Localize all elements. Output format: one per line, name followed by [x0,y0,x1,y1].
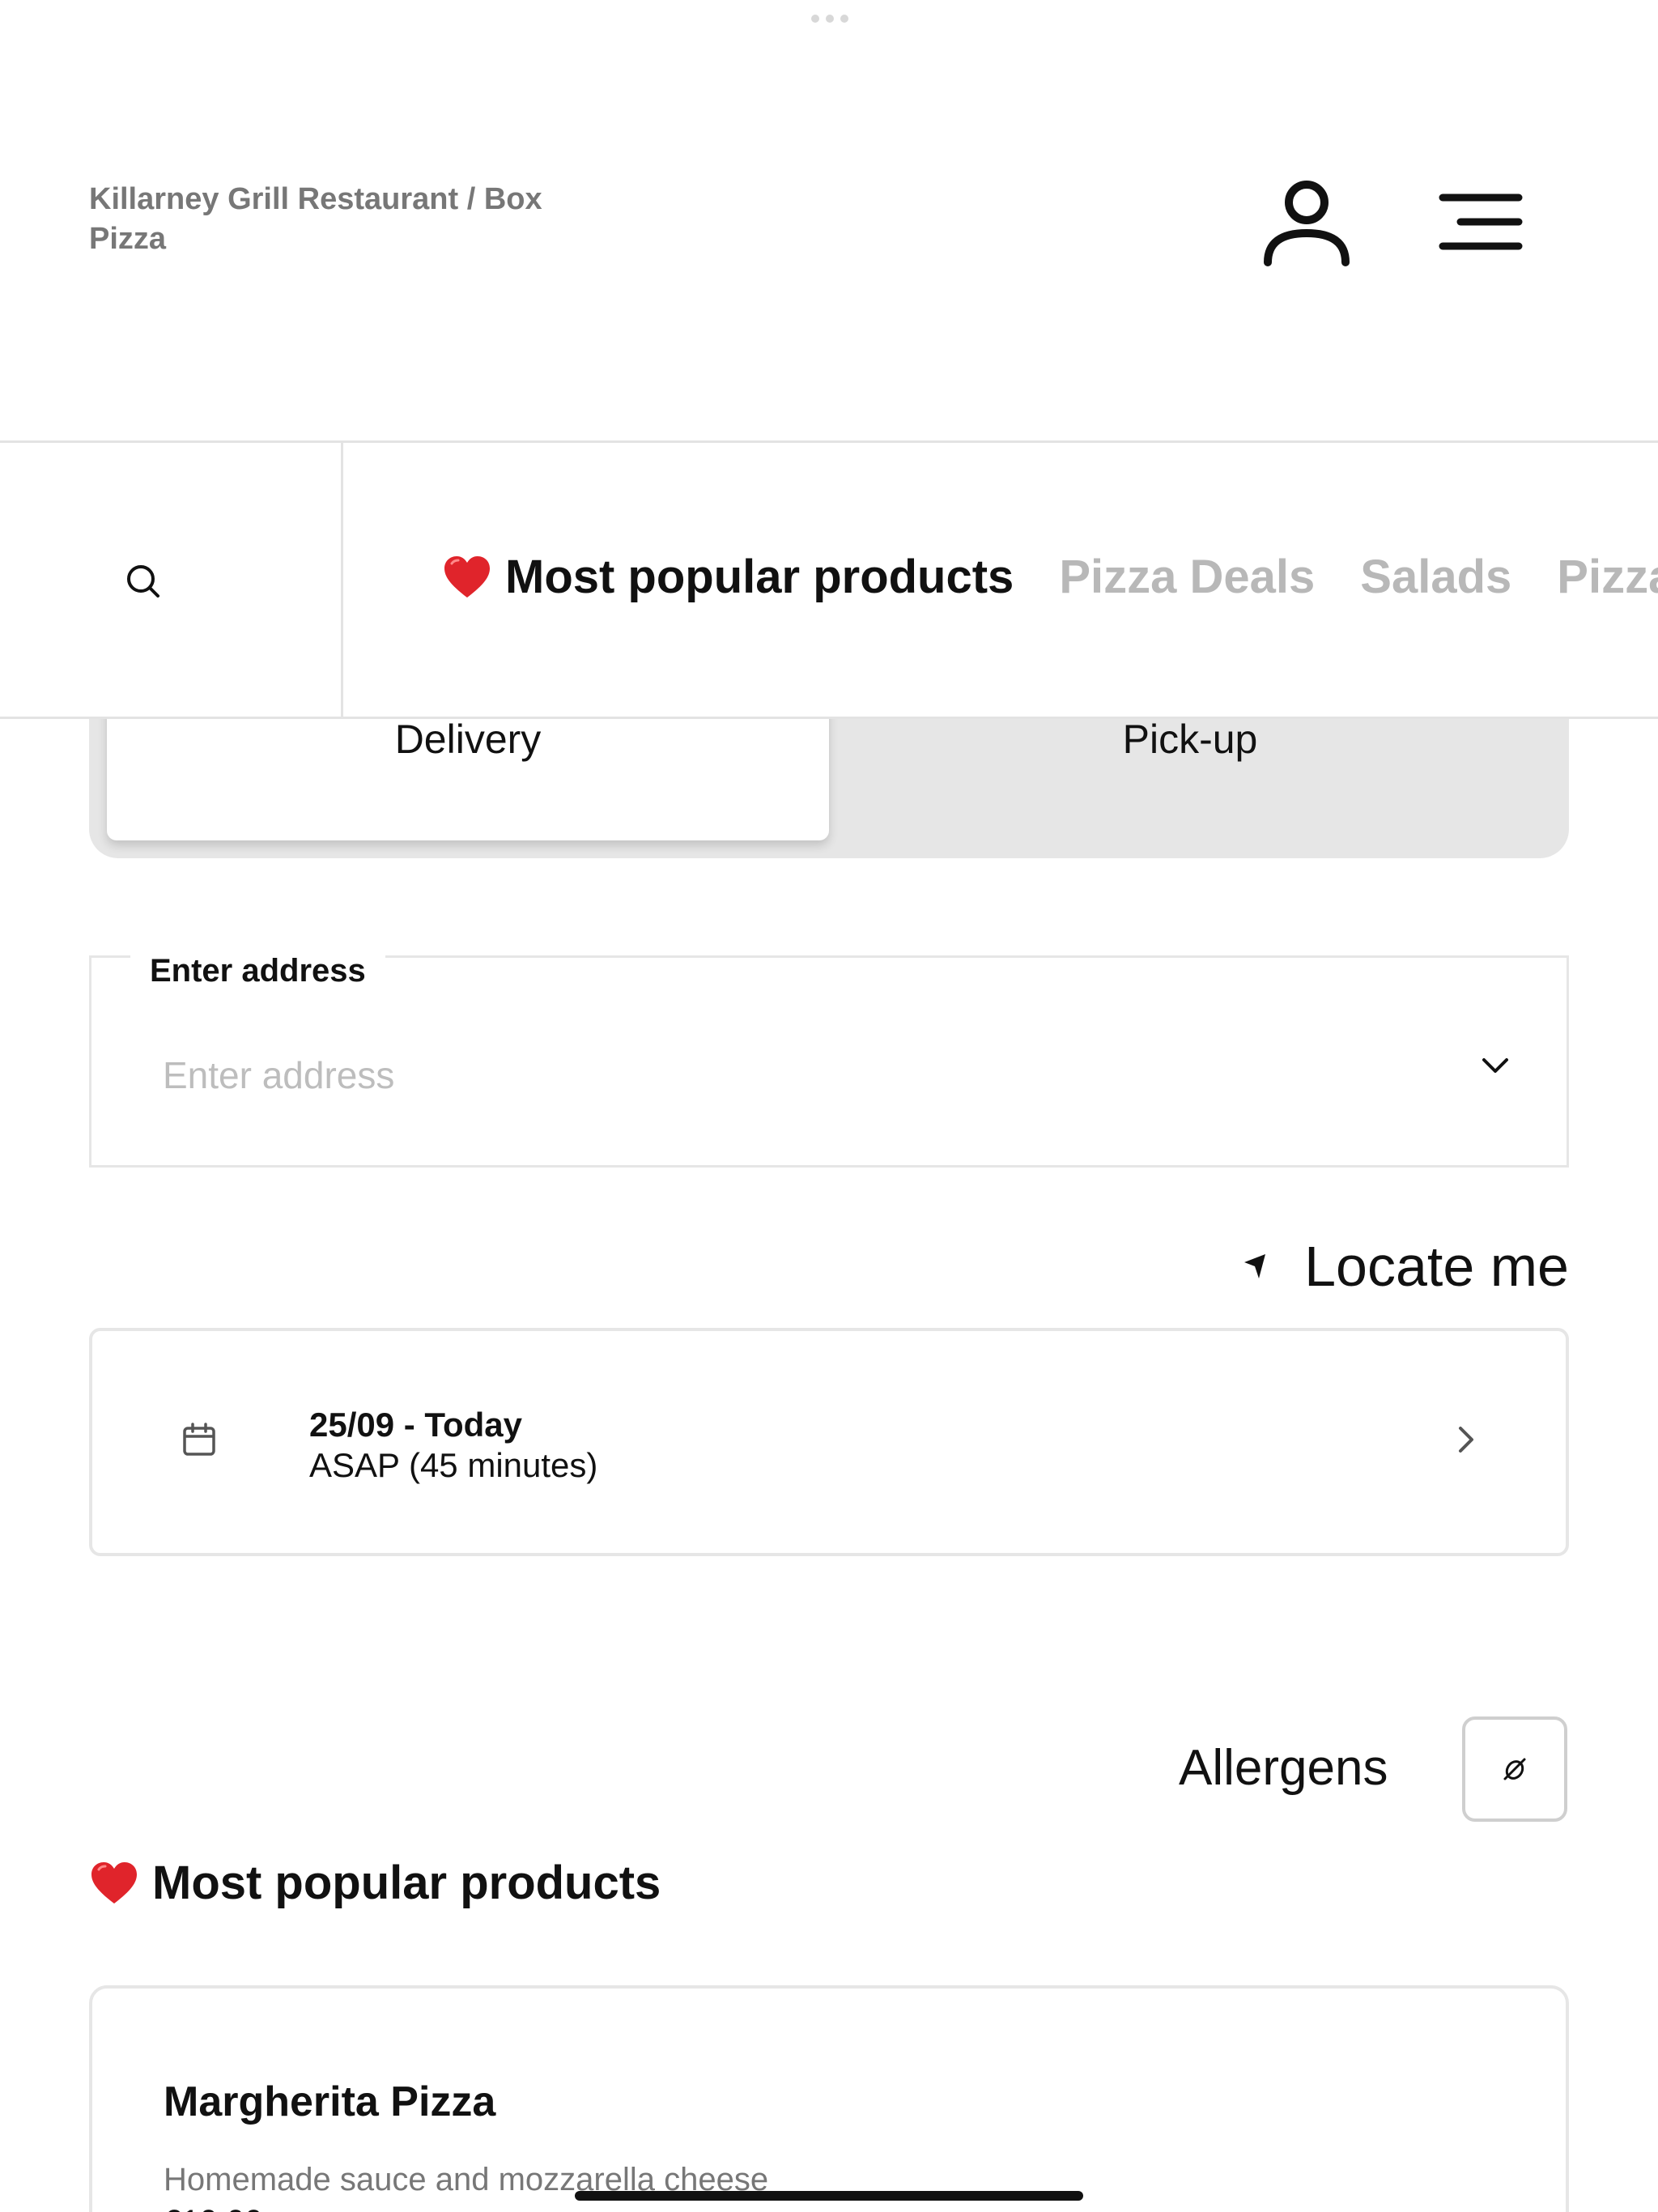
home-indicator[interactable] [575,2191,1083,2201]
allergens-button[interactable] [1462,1716,1567,1822]
category-nav: Most popular products Pizza Deals Salads… [0,440,1658,719]
multitasking-dots[interactable] [811,15,848,23]
allergens-icon [1503,1758,1526,1780]
heart-icon [444,555,490,598]
locate-me-button[interactable]: Locate me [1243,1234,1569,1299]
tab-pizza[interactable]: Pizza [1557,550,1658,604]
time-slot-card[interactable]: 25/09 - Today ASAP (45 minutes) [89,1328,1569,1556]
time-slot-time: ASAP (45 minutes) [309,1446,598,1484]
chevron-down-icon[interactable] [1479,1049,1511,1081]
tab-salads[interactable]: Salads [1360,550,1511,604]
section-title-text: Most popular products [152,1857,661,1909]
tab-most-popular[interactable]: Most popular products [442,550,1014,604]
hamburger-menu-button[interactable] [1433,181,1530,262]
search-button[interactable] [0,443,343,717]
time-slot-date: 25/09 - Today [309,1406,522,1444]
address-field: Enter address [89,953,1569,1168]
section-title: Most popular products [89,1856,661,1910]
search-icon [127,565,159,598]
tab-pizza-deals[interactable]: Pizza Deals [1059,550,1315,604]
allergens-label: Allergens [1179,1740,1388,1796]
category-tabs: Most popular products Pizza Deals Salads… [442,550,1658,604]
location-arrow-icon [1244,1254,1266,1278]
restaurant-name: Killarney Grill Restaurant / Box Pizza [89,182,542,256]
heart-icon [91,1861,137,1904]
address-input[interactable] [163,1047,1377,1104]
address-label: Enter address [130,953,385,989]
account-button[interactable] [1256,172,1357,272]
product-name: Margherita Pizza [164,2078,496,2125]
order-type-toggle: Delivery Pick-up [89,696,1569,858]
product-card[interactable]: Margherita Pizza Homemade sauce and mozz… [89,1985,1569,2212]
tab-label: Most popular products [505,551,1014,603]
page: Killarney Grill Restaurant / Box Pizza D… [0,0,1658,2212]
hamburger-menu-icon [1439,194,1523,250]
locate-me-label: Locate me [1304,1235,1569,1298]
user-icon [1264,181,1350,266]
product-price: €10.00 [164,2204,262,2212]
calendar-icon [183,1423,215,1456]
chevron-right-icon [1459,1427,1473,1453]
